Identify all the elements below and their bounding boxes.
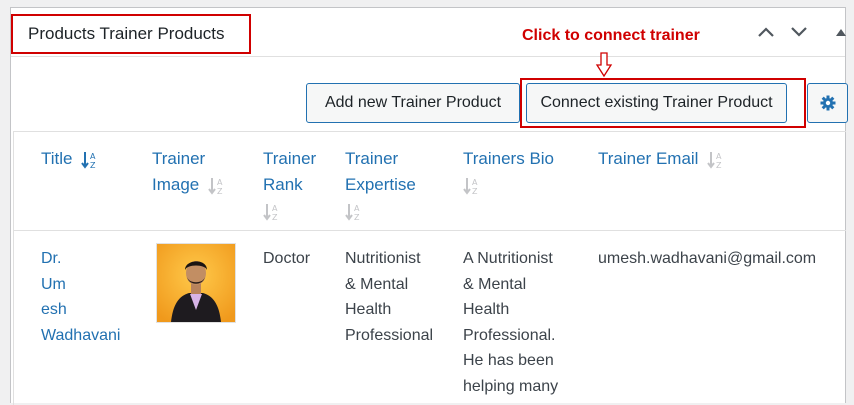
column-header-title[interactable]: Title A Z [41,146,99,172]
column-header-trainers-bio[interactable]: Trainers Bio A Z [463,146,554,198]
trainer-products-table: Title A Z Trainer Image A Z Trainer Rank [13,131,846,405]
row-trainer-email: umesh.wadhavani@gmail.com [598,250,817,267]
gear-icon [820,95,835,111]
row-trainer-rank: Doctor [263,250,311,267]
chevron-up-icon [758,27,774,37]
bio-line: A Nutritionist [463,250,553,267]
svg-text:A: A [354,204,360,213]
svg-text:Z: Z [354,213,360,222]
move-down-button[interactable] [786,19,812,45]
svg-text:Z: Z [272,213,278,222]
callout-text: Click to connect trainer [522,27,700,44]
expertise-line: & Mental [345,275,409,293]
sort-active-icon: A Z [81,151,96,170]
svg-text:Z: Z [716,161,722,170]
svg-text:A: A [90,152,96,161]
bio-line: Professional. [463,326,556,344]
chevron-down-icon [791,27,807,37]
bio-line: & Mental [463,275,527,293]
svg-text:A: A [272,204,278,213]
trainer-photo-image [157,244,235,322]
title-line: Um [41,275,66,293]
column-header-trainer-email[interactable]: Trainer Email A Z [598,146,725,172]
bio-line: Health [463,301,510,319]
sort-icon: A Z [707,151,722,170]
column-header-trainer-rank[interactable]: Trainer Rank A Z [263,146,316,224]
arrow-down-icon [595,52,613,78]
sort-icon: A Z [463,177,478,196]
connect-trainer-product-button[interactable]: Connect existing Trainer Product [526,83,787,123]
row-trainer-expertise: Nutritionist & Mental Health Professiona… [345,246,433,348]
expertise-line: Professional [345,326,434,344]
sort-icon: A Z [345,203,360,222]
title-line: Wadhavani [41,326,121,344]
column-header-trainer-image[interactable]: Trainer Image A Z [152,146,226,198]
expertise-line: Nutritionist [345,250,421,267]
toggle-panel-button[interactable] [828,19,854,45]
trainer-products-panel: Products Trainer Products Click to conne… [10,7,848,405]
column-header-label: Trainer [345,149,399,168]
column-header-label: Trainer [152,149,206,168]
settings-button[interactable] [807,83,848,123]
panel-title: Products Trainer Products [11,14,251,54]
svg-text:A: A [217,178,223,187]
row-title-link[interactable]: Dr. Um esh Wadhavani [41,246,136,348]
title-line: esh [41,301,67,319]
bio-line: helping many [463,377,559,395]
triangle-up-icon [836,29,846,36]
add-trainer-product-button[interactable]: Add new Trainer Product [306,83,520,123]
svg-text:A: A [716,152,722,161]
column-header-trainer-expertise[interactable]: Trainer Expertise A Z [345,146,416,224]
trainer-photo [156,243,236,323]
svg-text:A: A [472,178,478,187]
sort-icon: A Z [208,177,223,196]
svg-text:Z: Z [217,187,223,196]
column-header-label: Trainers Bio [463,149,555,168]
column-header-label: Image [152,175,200,194]
sort-icon: A Z [263,203,278,222]
expertise-line: Health [345,301,392,319]
column-header-label: Rank [263,175,303,194]
column-header-label: Expertise [345,175,416,194]
title-line: Dr. [41,250,62,267]
panel-header: Products Trainer Products [11,8,846,57]
row-trainers-bio: A Nutritionist & Mental Health Professio… [463,246,558,400]
move-up-button[interactable] [753,19,779,45]
bio-line: He has been [463,352,554,370]
column-header-label: Title [41,149,73,168]
svg-text:Z: Z [90,161,96,170]
svg-text:Z: Z [472,187,478,196]
column-header-label: Trainer [263,149,317,168]
column-header-label: Trainer Email [598,149,699,168]
table-header-divider [14,230,846,231]
